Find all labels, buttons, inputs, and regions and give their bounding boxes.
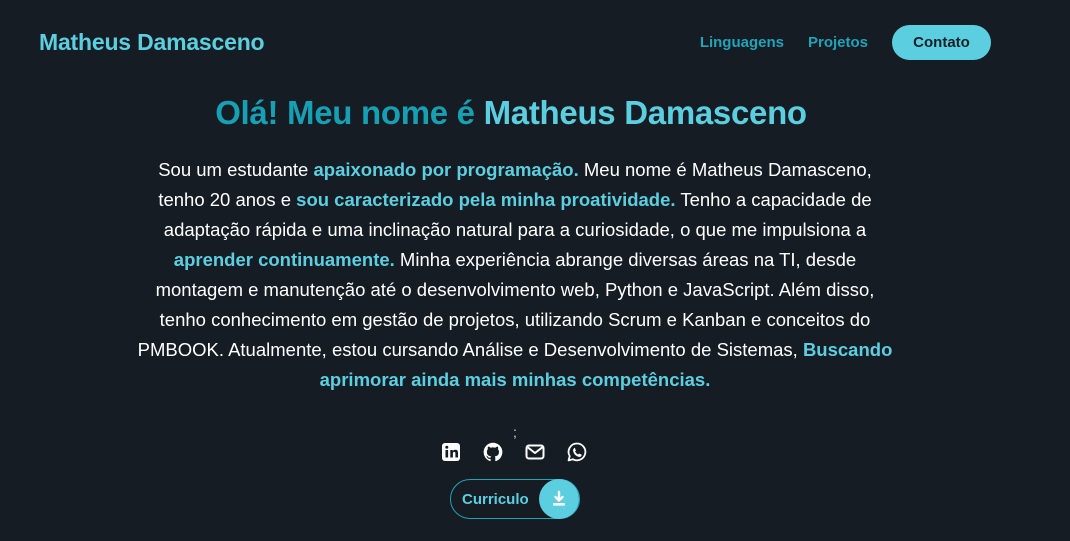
- brand-logo-text[interactable]: Matheus Damasceno: [39, 29, 265, 56]
- bio-highlight: apaixonado por programação.: [313, 159, 579, 180]
- github-icon[interactable]: [483, 442, 503, 462]
- hero-title-name: Matheus Damasceno: [483, 94, 807, 131]
- bio-highlight: sou caracterizado pela minha proatividad…: [296, 189, 676, 210]
- mail-icon[interactable]: [525, 442, 545, 462]
- resume-download-button[interactable]: Curriculo: [450, 479, 580, 519]
- resume-label: Curriculo: [462, 490, 529, 508]
- bio-highlight: aprender continuamente.: [173, 249, 395, 270]
- page: Matheus Damasceno Linguagens Projetos Co…: [0, 0, 1070, 541]
- contact-button[interactable]: Contato: [892, 25, 991, 60]
- hero-title-prefix: Olá! Meu nome é: [215, 94, 484, 131]
- nav-link-projects[interactable]: Projetos: [808, 34, 868, 51]
- stray-mark: ;: [513, 424, 517, 440]
- nav-link-languages[interactable]: Linguagens: [700, 34, 784, 51]
- linkedin-icon[interactable]: [441, 442, 461, 462]
- hero-title: Olá! Meu nome é Matheus Damasceno: [0, 94, 1022, 132]
- top-nav: Linguagens Projetos Contato: [700, 25, 991, 60]
- bio-text: Sou um estudante: [158, 159, 314, 180]
- bio-paragraph: Sou um estudante apaixonado por programa…: [135, 155, 895, 395]
- download-icon: [539, 479, 579, 519]
- social-links: [441, 442, 587, 462]
- whatsapp-icon[interactable]: [567, 442, 587, 462]
